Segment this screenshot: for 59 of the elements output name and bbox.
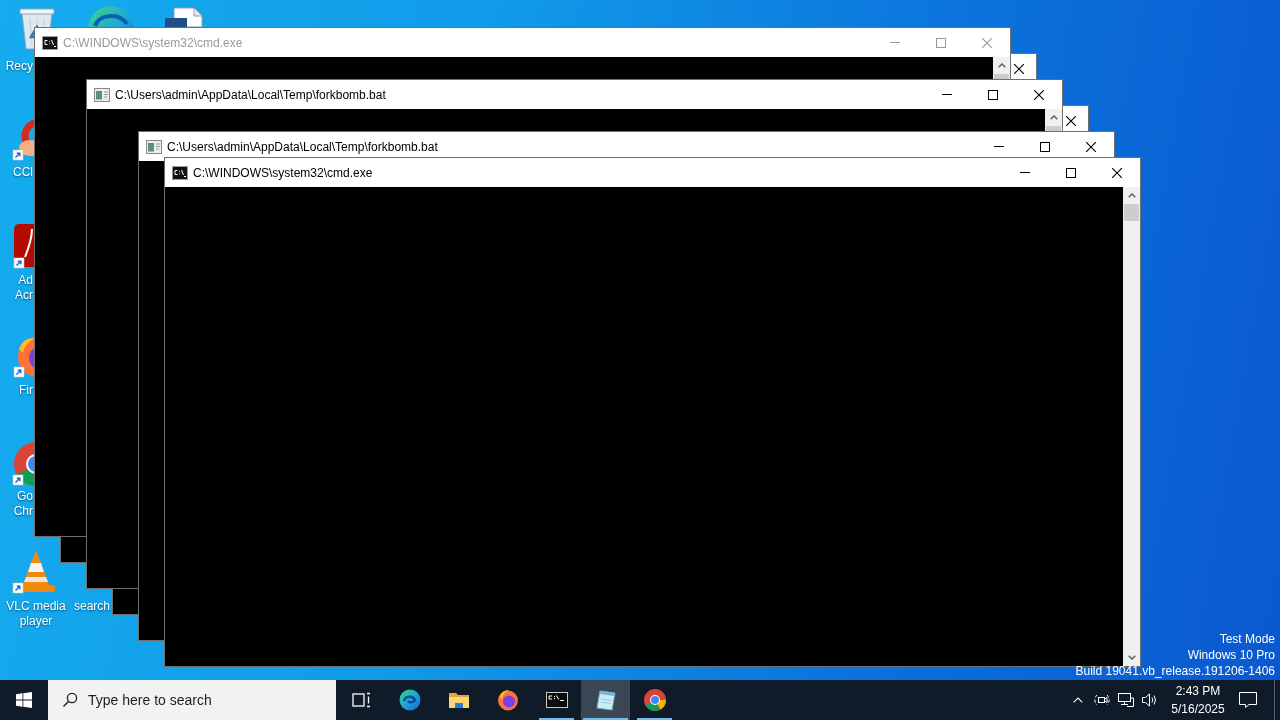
caret-up-icon (1049, 115, 1058, 120)
window-title: C:\Users\admin\AppData\Local\Temp\forkbomb.bat (115, 87, 386, 102)
document-icon[interactable] (164, 7, 206, 27)
maximize-icon (1066, 167, 1076, 178)
scrollbar[interactable] (1123, 187, 1140, 666)
minimize-icon (1020, 172, 1030, 173)
window-title: C:\Users\admin\AppData\Local\Temp\forkbomb.bat (167, 139, 438, 154)
close-icon (982, 37, 992, 48)
search-icon (62, 692, 78, 708)
system-notice-text: Test Mode (1219, 631, 1275, 647)
scrollbar[interactable] (1045, 109, 1062, 131)
terminal-icon (42, 34, 58, 51)
notepad-icon (593, 688, 618, 712)
scrollbar[interactable] (993, 57, 1010, 79)
batch-file-icon (94, 86, 110, 103)
close-icon (1034, 89, 1044, 100)
network-monitor-icon (1117, 692, 1135, 708)
scroll-thumb[interactable] (1124, 204, 1139, 221)
minimize-icon (994, 146, 1004, 147)
caret-up-icon (1127, 193, 1136, 198)
window-title: C:\WINDOWS\system32\cmd.exe (63, 35, 243, 50)
scroll-thumb[interactable] (1046, 126, 1061, 131)
app-tile-icon[interactable] (13, 223, 34, 271)
swirl-circle-icon (397, 688, 422, 712)
terminal-icon (172, 164, 188, 181)
icon-label[interactable]: Fir (19, 383, 34, 398)
scroll-thumb[interactable] (994, 74, 1009, 79)
search-field[interactable]: Type here to search (48, 680, 336, 720)
video-camera-icon (1094, 692, 1110, 708)
icon-label[interactable]: Recy (5, 59, 34, 74)
close-icon (1066, 115, 1076, 126)
caret-down-icon (1127, 655, 1136, 660)
taskbar-button[interactable] (581, 680, 630, 720)
close-icon (1086, 141, 1096, 152)
icon-label[interactable]: VLC media player (6, 599, 66, 629)
maximize-icon (988, 89, 998, 100)
four-panes-icon (16, 692, 32, 708)
batch-file-icon (146, 138, 162, 155)
caret-up-icon (997, 63, 1006, 68)
icon-label[interactable]: Go Chr (13, 489, 34, 519)
close-icon (1014, 63, 1024, 74)
segmented-circle-icon (642, 688, 667, 712)
icon-label[interactable]: Ad Acr (15, 273, 34, 303)
speech-bubble-icon (1238, 691, 1258, 709)
clock-button[interactable]: 2:43 PM 5/16/2025 (1162, 680, 1234, 720)
maximize-icon (936, 37, 946, 48)
fox-globe-icon (495, 688, 520, 712)
maximize-icon (1040, 141, 1050, 152)
system-notice-text: Windows 10 Pro (1187, 647, 1275, 663)
icon-label[interactable]: CCl (13, 165, 34, 180)
chevron-up-icon (1073, 697, 1083, 703)
speaker-icon (1141, 692, 1159, 708)
app-logo-icon[interactable] (12, 116, 34, 164)
icon-label[interactable]: search (73, 599, 111, 614)
minimize-icon (942, 94, 952, 95)
window-title: C:\WINDOWS\system32\cmd.exe (193, 165, 373, 180)
system-notice-text: Build 19041.vb_release.191206-1406 (1075, 663, 1275, 679)
close-icon (1112, 167, 1122, 178)
minimize-icon (890, 42, 900, 43)
